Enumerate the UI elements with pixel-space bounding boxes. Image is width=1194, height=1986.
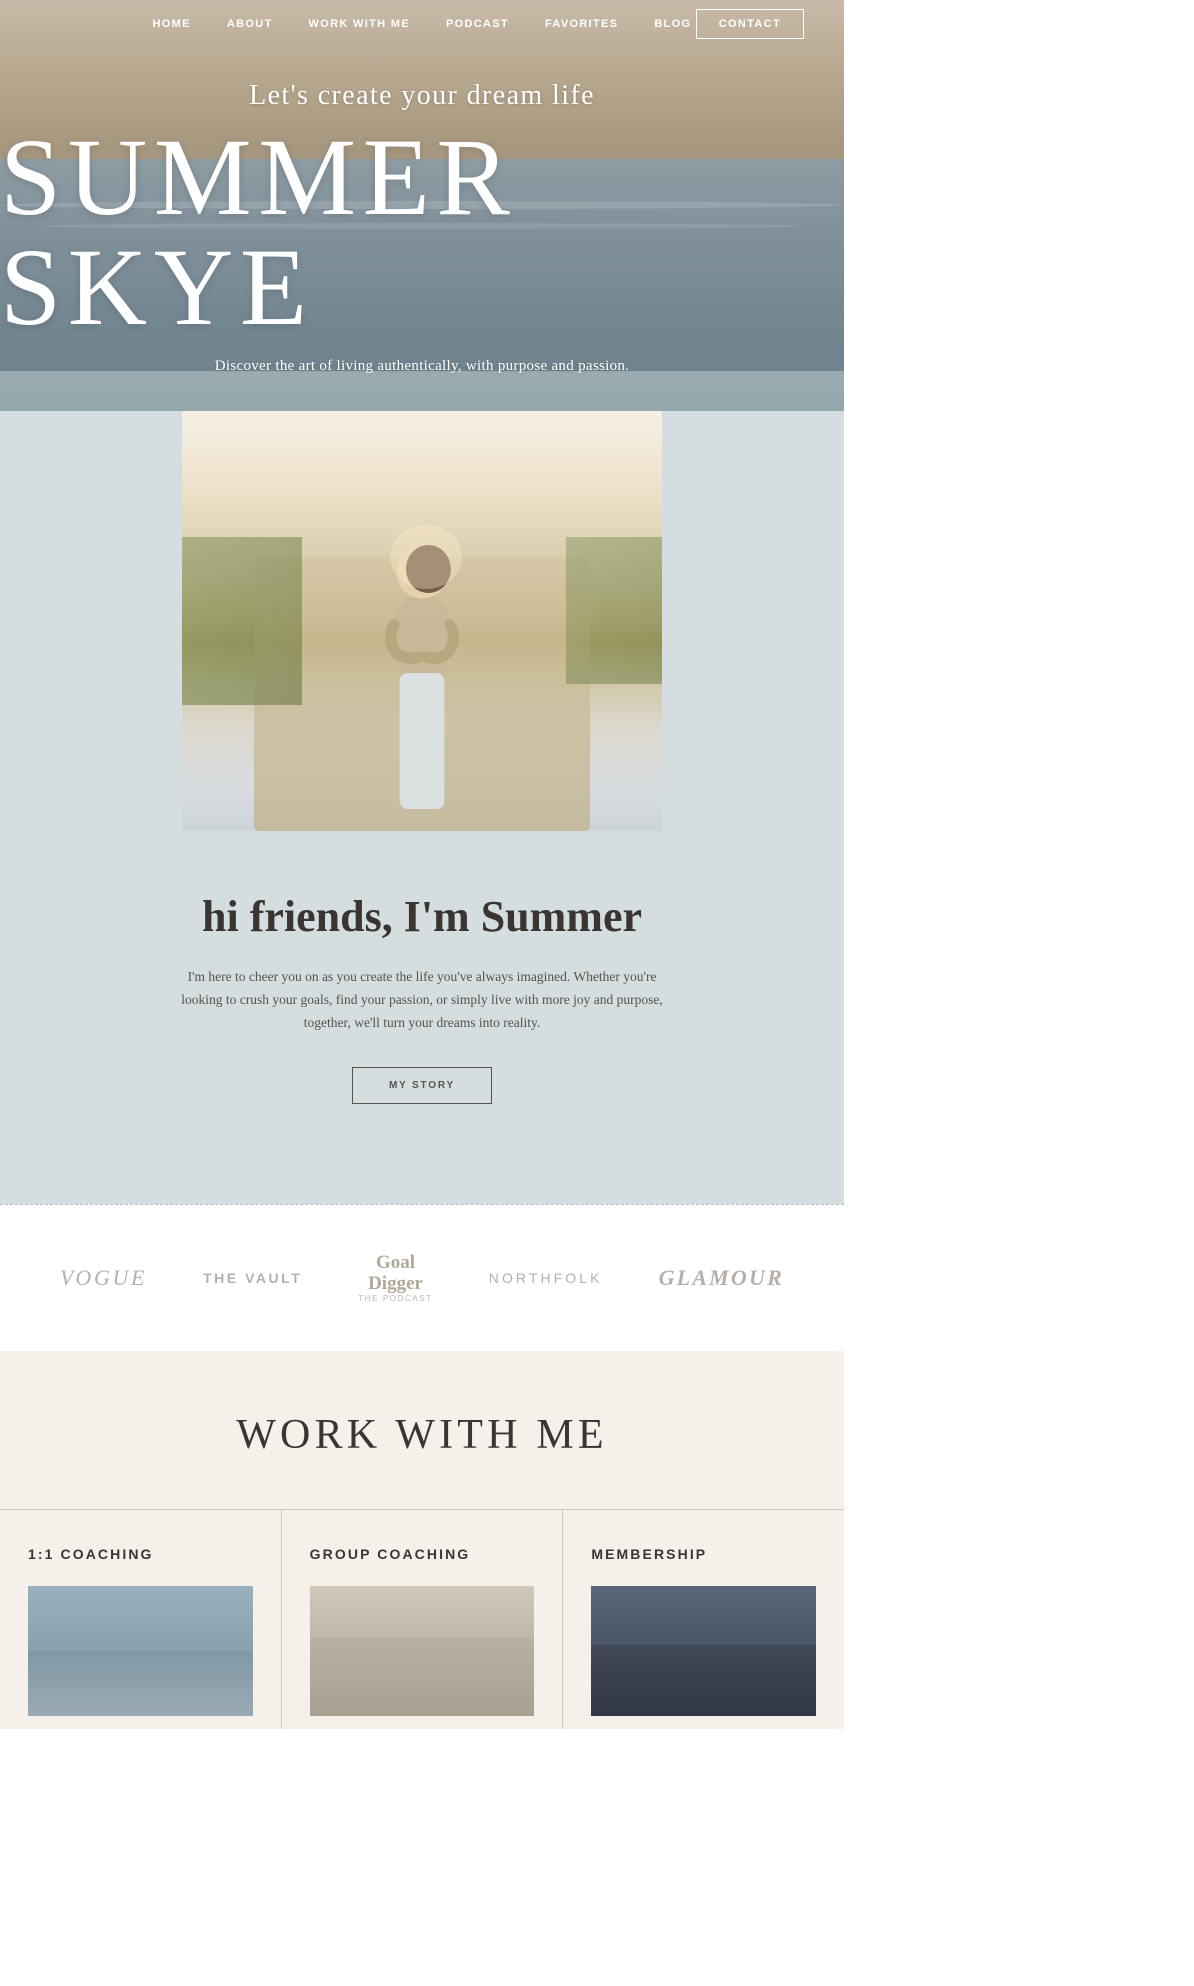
- intro-heading: hi friends, I'm Summer: [120, 891, 724, 942]
- membership-card-image: [591, 1586, 816, 1716]
- coaching-card[interactable]: 1:1 COACHING: [0, 1509, 282, 1729]
- navigation: HOME ABOUT WORK WITH ME PODCAST FAVORITE…: [0, 0, 844, 48]
- person-silhouette: [342, 491, 502, 831]
- nav-work-with-me[interactable]: WORK WITH ME: [309, 18, 410, 30]
- press-goal-digger: Goal Digger THE PODCAST: [358, 1253, 433, 1304]
- press-northfolk: NORTHFOLK: [489, 1270, 603, 1286]
- press-glamour: GLAMOUR: [659, 1265, 784, 1291]
- hero-tagline: Let's create your dream life: [249, 80, 595, 112]
- work-cards-container: 1:1 COACHING GROUP COACHING MEMBERSH: [0, 1509, 844, 1729]
- hero-main-title: SUMMER SKYE: [0, 122, 844, 342]
- nav-blog[interactable]: BLOG: [654, 18, 691, 30]
- group-coaching-card[interactable]: GROUP COACHING: [282, 1509, 564, 1729]
- portrait-image: [182, 411, 662, 831]
- membership-card-title: MEMBERSHIP: [591, 1546, 816, 1562]
- my-story-button[interactable]: MY STORY: [352, 1067, 492, 1104]
- press-section: VOGUE THE VAULT Goal Digger THE PODCAST …: [0, 1205, 844, 1352]
- nav-about[interactable]: ABOUT: [227, 18, 273, 30]
- work-section: WORK WITH ME 1:1 COACHING GROUP COACHING: [0, 1351, 844, 1729]
- contact-button[interactable]: CONTACT: [696, 9, 804, 39]
- membership-image-bg: [591, 1586, 816, 1716]
- nav-home[interactable]: HOME: [153, 18, 191, 30]
- press-vault: THE VAULT: [203, 1270, 302, 1286]
- press-vogue: VOGUE: [60, 1265, 147, 1291]
- portrait-frame: [182, 411, 662, 831]
- nav-favorites[interactable]: FAVORITES: [545, 18, 618, 30]
- group-coaching-card-title: GROUP COACHING: [310, 1546, 535, 1562]
- group-image-bg: [310, 1586, 535, 1716]
- intro-section: hi friends, I'm Summer I'm here to cheer…: [0, 411, 844, 1204]
- portrait-container: [0, 411, 844, 831]
- intro-body-text: I'm here to cheer you on as you create t…: [172, 966, 672, 1035]
- coaching-image-bg: [28, 1586, 253, 1716]
- nav-podcast[interactable]: PODCAST: [446, 18, 509, 30]
- coaching-card-image: [28, 1586, 253, 1716]
- work-section-title: WORK WITH ME: [0, 1411, 844, 1459]
- nav-links: HOME ABOUT WORK WITH ME PODCAST FAVORITE…: [40, 18, 804, 30]
- coaching-card-title: 1:1 COACHING: [28, 1546, 253, 1562]
- intro-text-section: hi friends, I'm Summer I'm here to cheer…: [0, 831, 844, 1144]
- group-coaching-card-image: [310, 1586, 535, 1716]
- hero-description: Discover the art of living authentically…: [215, 358, 629, 375]
- membership-card[interactable]: MEMBERSHIP: [563, 1509, 844, 1729]
